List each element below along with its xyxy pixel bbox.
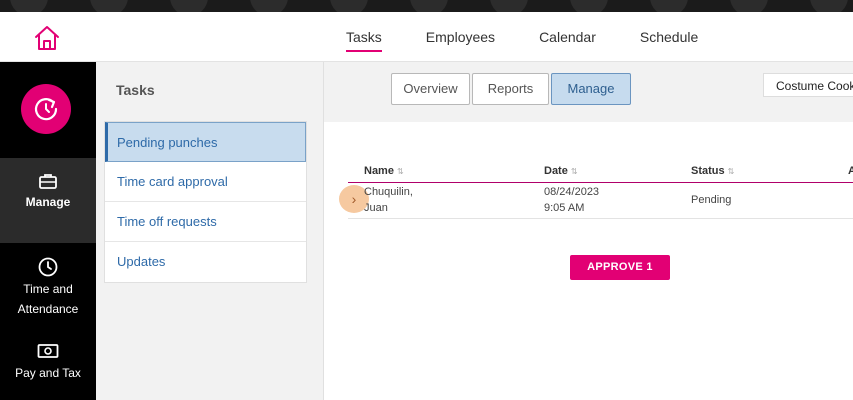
rail-item-label: Pay and Tax xyxy=(15,366,81,380)
rail-item-time-attendance[interactable]: Time and Attendance xyxy=(0,257,96,322)
menu-item-updates[interactable]: Updates xyxy=(105,242,306,282)
table-row-divider xyxy=(348,218,853,219)
briefcase-icon xyxy=(0,172,96,192)
rail-item-label-line1: Time and xyxy=(23,282,73,296)
reports-button[interactable]: Reports xyxy=(472,73,549,105)
top-banner-strip xyxy=(0,0,853,12)
sort-icon: ⇅ xyxy=(570,167,578,176)
home-icon[interactable] xyxy=(33,25,61,51)
approve-button[interactable]: APPROVE 1 xyxy=(570,255,670,280)
column-header-label: Date xyxy=(544,165,568,177)
tasks-subpanel: Tasks Pending punches Time card approval… xyxy=(96,62,324,400)
tab-calendar[interactable]: Calendar xyxy=(517,12,618,62)
date-line2: 9:05 AM xyxy=(544,202,585,214)
menu-item-pending-punches[interactable]: Pending punches xyxy=(105,122,306,162)
tab-employees[interactable]: Employees xyxy=(404,12,517,62)
tab-schedule[interactable]: Schedule xyxy=(618,12,720,62)
rail-item-label-line2: Attendance xyxy=(17,302,79,316)
table-row-name: Chuquilin, Juan xyxy=(364,184,413,216)
column-header-label: A xyxy=(848,165,853,177)
top-nav: Tasks Employees Calendar Schedule xyxy=(324,12,720,62)
rail-item-pay-tax[interactable]: Pay and Tax xyxy=(0,343,96,393)
subpanel-title: Tasks xyxy=(116,82,155,98)
app-header: Tasks Employees Calendar Schedule xyxy=(0,12,853,62)
column-header-label: Name xyxy=(364,165,394,177)
menu-item-time-card-approval[interactable]: Time card approval xyxy=(105,162,306,202)
rail-item-manage[interactable]: Manage xyxy=(0,158,96,243)
money-icon xyxy=(0,343,96,363)
menu-item-time-off-requests[interactable]: Time off requests xyxy=(105,202,306,242)
table-row-status: Pending xyxy=(691,194,732,206)
manage-button[interactable]: Manage xyxy=(551,73,631,105)
column-header-name[interactable]: Name ⇅ xyxy=(364,165,404,177)
overview-button[interactable]: Overview xyxy=(391,73,470,105)
table-row-date: 08/24/2023 9:05 AM xyxy=(544,184,599,216)
sort-icon: ⇅ xyxy=(396,167,404,176)
clock-icon xyxy=(0,257,96,279)
tasks-menu: Pending punches Time card approval Time … xyxy=(104,121,307,283)
name-line1: Chuquilin, xyxy=(364,186,413,198)
company-selector[interactable]: Costume Cook xyxy=(763,73,853,97)
sort-icon: ⇅ xyxy=(727,167,735,176)
left-rail: Manage Time and Attendance Pay and Tax xyxy=(0,62,96,400)
column-header-status[interactable]: Status ⇅ xyxy=(691,165,734,177)
view-toggle: Overview Reports Manage xyxy=(391,73,633,105)
column-header-date[interactable]: Date ⇅ xyxy=(544,165,578,177)
tab-tasks[interactable]: Tasks xyxy=(324,12,404,62)
app-logo-icon[interactable] xyxy=(21,84,71,134)
date-line1: 08/24/2023 xyxy=(544,186,600,198)
column-header-extra[interactable]: A xyxy=(848,165,853,177)
name-line2: Juan xyxy=(364,202,388,214)
rail-item-label: Manage xyxy=(25,195,71,209)
column-header-label: Status xyxy=(691,165,725,177)
table-header-divider xyxy=(348,182,853,183)
